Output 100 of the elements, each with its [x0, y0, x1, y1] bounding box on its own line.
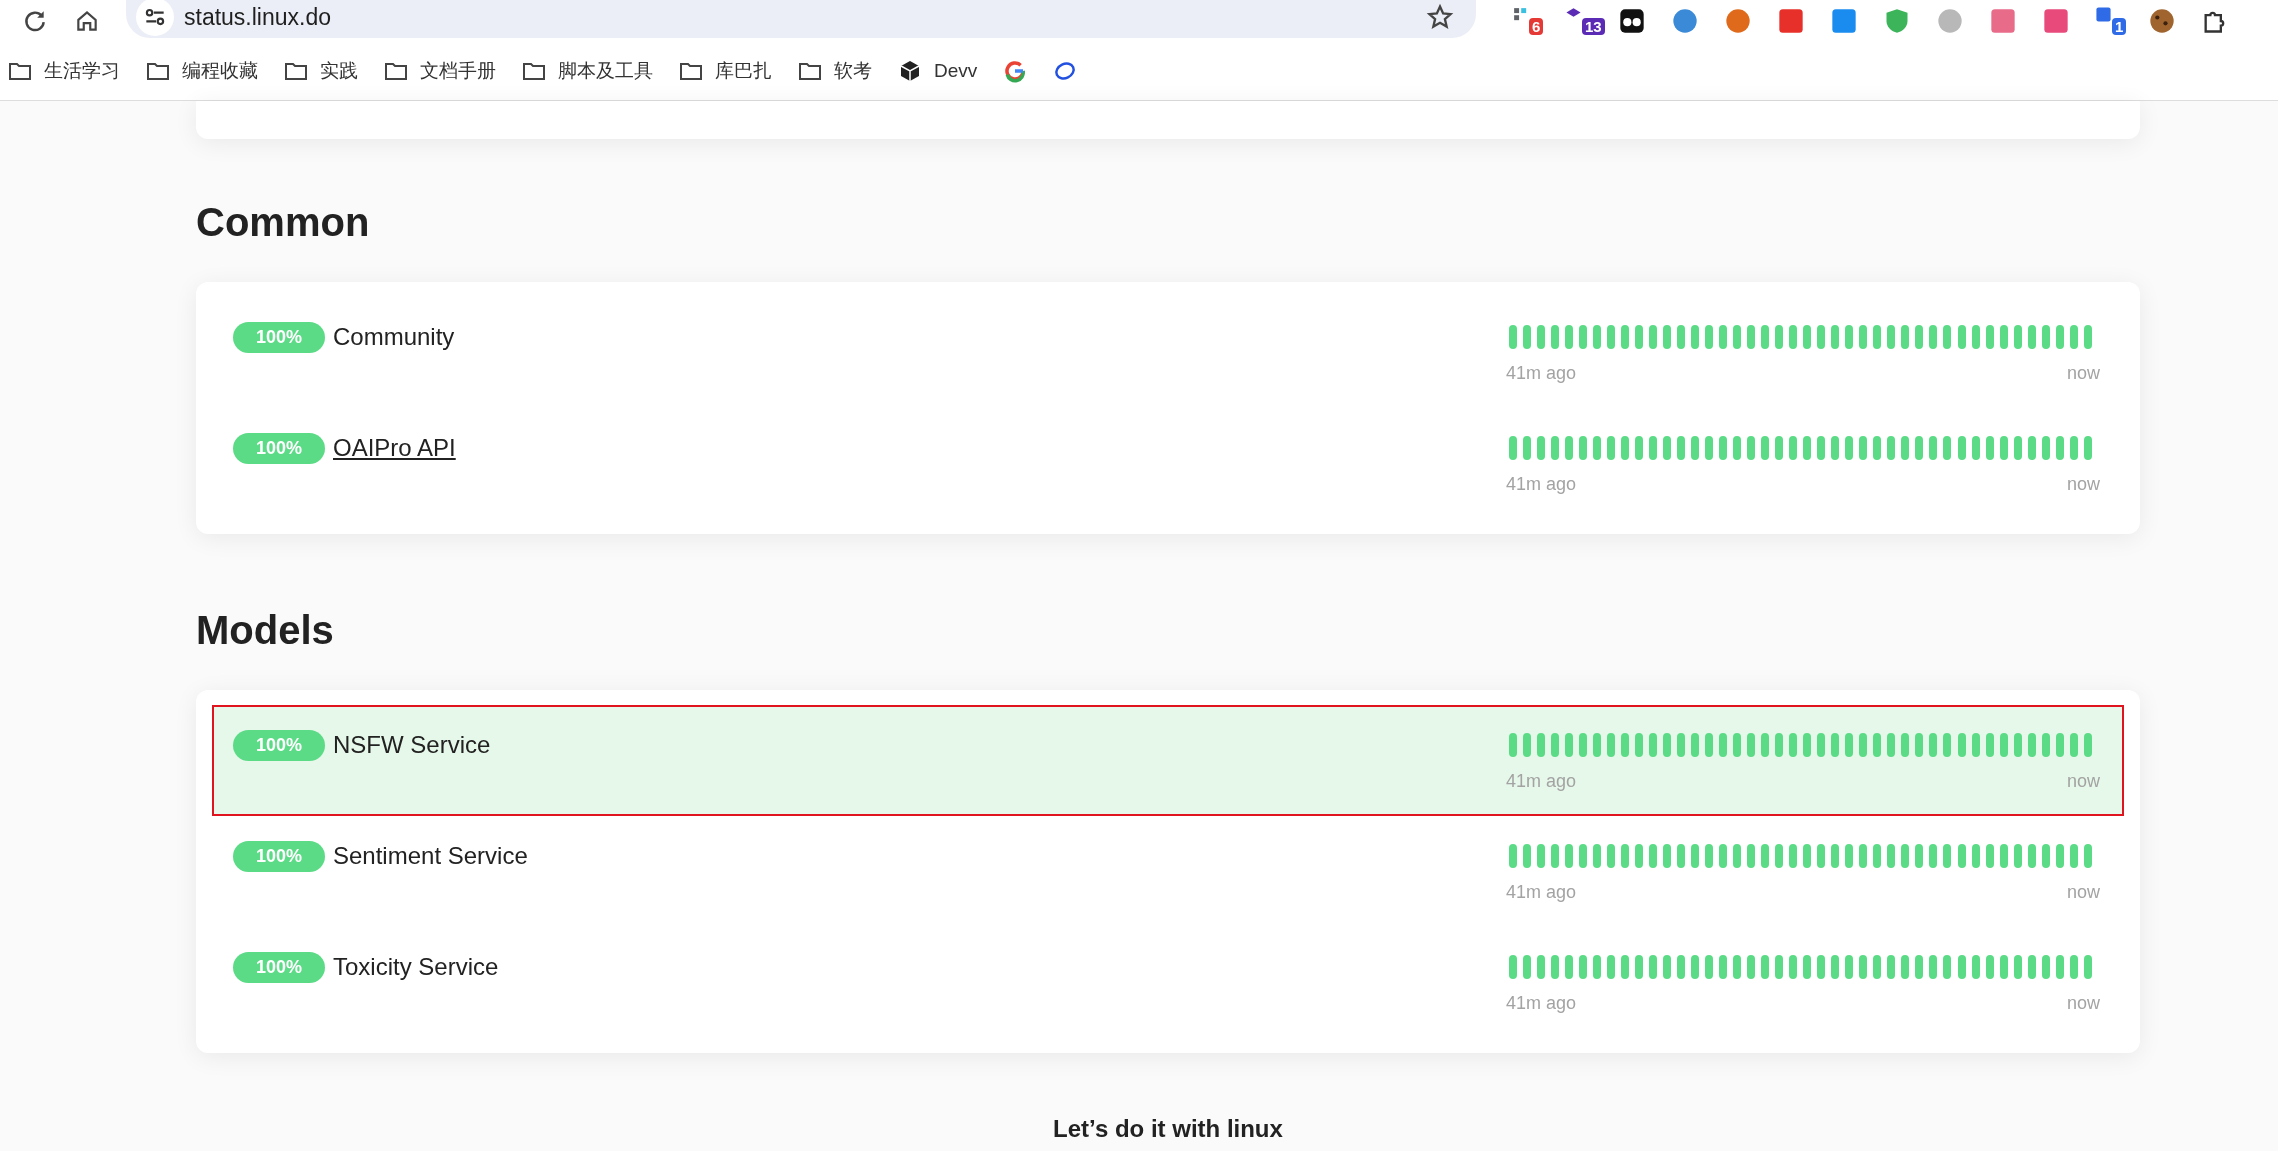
bookmark[interactable]: 脚本及工具	[522, 58, 653, 84]
uptime-bar	[2013, 325, 2022, 349]
uptime-bar	[1817, 955, 1826, 979]
uptime-bar	[1789, 844, 1798, 868]
uptime-bar	[1677, 844, 1686, 868]
address-bar[interactable]: status.linux.do	[126, 0, 1476, 38]
uptime-bar	[1831, 733, 1840, 757]
uptime-bar	[1523, 844, 1531, 868]
uptime-bar	[1649, 733, 1658, 757]
uptime-bar	[1999, 955, 2008, 979]
uptime-bar	[1663, 955, 1672, 979]
site-settings-icon[interactable]	[136, 0, 174, 36]
uptime-bar	[1509, 733, 1517, 757]
uptime-bar	[1733, 955, 1742, 979]
star-icon[interactable]	[1426, 3, 1454, 31]
uptime-bar	[1831, 955, 1840, 979]
uptime-bar	[2027, 844, 2036, 868]
uptime-bar	[1761, 955, 1770, 979]
uptime-bar	[1537, 844, 1546, 868]
uptime-bar	[1957, 844, 1966, 868]
uptime-bar	[1593, 844, 1602, 868]
uptime-bar	[1817, 733, 1826, 757]
service-row[interactable]: 100% OAIPro API 41m ago now	[196, 408, 2140, 519]
uptime-bar	[1873, 436, 1882, 460]
uptime-bar	[2055, 844, 2064, 868]
uptime-bar	[1957, 325, 1966, 349]
uptime-bar	[1915, 844, 1924, 868]
bookmark[interactable]: 文档手册	[384, 58, 496, 84]
uptime-bar	[1817, 844, 1826, 868]
cube-icon	[898, 59, 922, 83]
service-link[interactable]: OAIPro API	[333, 434, 456, 462]
uptime-bar	[2055, 955, 2064, 979]
extension-icon[interactable]	[1618, 7, 1646, 35]
bookmark[interactable]: Devv	[898, 59, 978, 83]
bookmark[interactable]	[1003, 59, 1028, 83]
uptime-badge: 100%	[233, 951, 325, 983]
uptime-bar	[1649, 325, 1658, 349]
uptime-bar	[1733, 733, 1742, 757]
home-icon[interactable]	[74, 8, 100, 34]
uptime-bar	[1593, 955, 1602, 979]
uptime-bar	[1831, 436, 1840, 460]
uptime-bar	[1943, 325, 1952, 349]
uptime-bar	[1565, 955, 1574, 979]
bookmark[interactable]: 生活学习	[8, 58, 120, 84]
uptime-bar	[1677, 733, 1686, 757]
uptime-bar	[1761, 325, 1770, 349]
bookmark[interactable]: 编程收藏	[146, 58, 258, 84]
reload-icon[interactable]	[22, 8, 48, 34]
uptime-bar	[1887, 844, 1896, 868]
uptime-bar	[1719, 325, 1728, 349]
uptime-bar	[1761, 844, 1770, 868]
uptime-bar	[1845, 955, 1854, 979]
uptime-bar	[1803, 733, 1812, 757]
count-badge: 13	[1582, 18, 1605, 35]
uptime-bar	[1915, 733, 1924, 757]
uptime-bar	[1719, 955, 1728, 979]
uptime-bar	[1551, 955, 1560, 979]
uptime-bar	[1985, 325, 1994, 349]
service-row[interactable]: 100% NSFW Service 41m ago now	[212, 705, 2124, 816]
uptime-bar	[1677, 325, 1686, 349]
extension-icon[interactable]	[1512, 6, 1529, 23]
uptime-bar	[2027, 733, 2036, 757]
bookmark[interactable]	[1053, 59, 1078, 83]
end-time: now	[2066, 363, 2100, 384]
uptime-bar	[1537, 436, 1546, 460]
uptime-bar	[1929, 844, 1938, 868]
bookmark[interactable]: 实践	[284, 58, 358, 84]
uptime-bar	[1831, 325, 1840, 349]
uptime-bar	[1677, 436, 1686, 460]
service-name: Sentiment Service	[333, 842, 528, 870]
uptime-bar	[1775, 844, 1784, 868]
uptime-bar	[1943, 436, 1952, 460]
uptime-bar	[1929, 436, 1938, 460]
uptime-bar	[1845, 733, 1854, 757]
ring-icon	[1053, 59, 1078, 83]
uptime-bar	[2069, 325, 2078, 349]
uptime-bar	[1691, 955, 1700, 979]
extension-icon[interactable]	[2148, 7, 2176, 35]
uptime-bar	[1985, 733, 1994, 757]
uptime-bar	[1635, 955, 1644, 979]
service-row[interactable]: 100% Community 41m ago now	[196, 297, 2140, 408]
uptime-bar	[2013, 733, 2022, 757]
uptime-bar	[1929, 733, 1938, 757]
url-text: status.linux.do	[184, 3, 333, 31]
uptime-bar	[1859, 325, 1868, 349]
uptime-bar	[1845, 844, 1854, 868]
uptime-bar	[1789, 436, 1798, 460]
uptime-bar	[2027, 325, 2036, 349]
uptime-bar	[1817, 436, 1826, 460]
uptime-bar	[1635, 325, 1644, 349]
uptime-bar	[1579, 955, 1588, 979]
service-row[interactable]: 100% Sentiment Service 41m ago now	[196, 816, 2140, 927]
uptime-bar	[1985, 844, 1994, 868]
bookmark[interactable]: 库巴扎	[679, 58, 772, 84]
service-row[interactable]: 100% Toxicity Service 41m ago now	[196, 927, 2140, 1038]
bookmark[interactable]: 软考	[798, 58, 872, 84]
uptime-bar	[1747, 955, 1756, 979]
uptime-bar	[1915, 955, 1924, 979]
uptime-bar	[1915, 325, 1924, 349]
uptime-bar	[1873, 733, 1882, 757]
